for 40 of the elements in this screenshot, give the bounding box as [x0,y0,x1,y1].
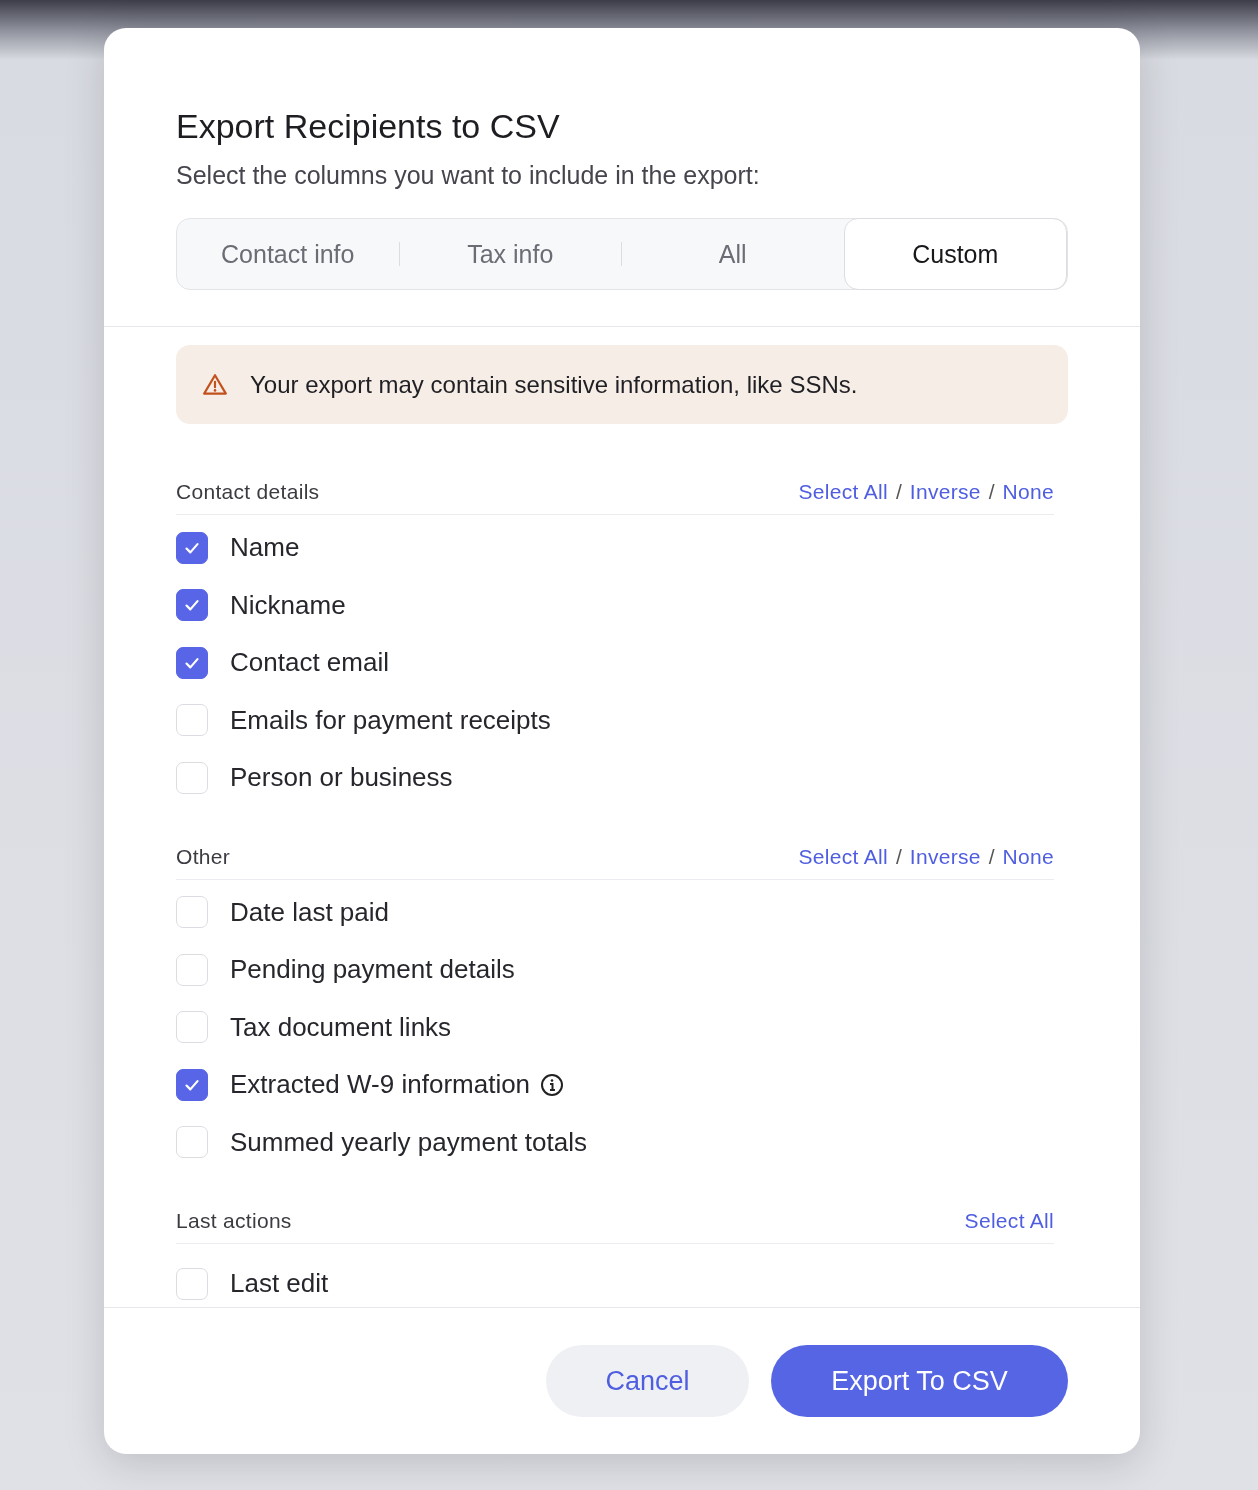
column-label: Date last paid [230,896,389,928]
preset-tab[interactable]: All [622,219,844,289]
export-button[interactable]: Export To CSV [771,1345,1068,1417]
preset-tab[interactable]: Contact info [177,219,399,289]
info-icon[interactable] [540,1072,565,1097]
column-label: Tax document links [230,1011,452,1043]
section-title: Other [176,844,231,869]
column-label: Nickname [230,589,346,621]
column-label: Contact email [230,647,389,679]
selection-link[interactable]: None [1002,844,1054,869]
cancel-button[interactable]: Cancel [546,1345,749,1417]
section-title: Last actions [176,1209,292,1233]
selection-link[interactable]: Select All [798,844,888,869]
preset-tab[interactable]: Tax info [399,219,621,289]
checkbox[interactable] [176,646,208,679]
checkbox[interactable] [176,531,208,564]
column-label: Pending payment details [230,954,515,986]
selection-link[interactable]: Inverse [909,844,981,869]
checkbox[interactable] [176,1068,208,1101]
column-label: Summed yearly payment totals [230,1126,587,1158]
selection-link[interactable]: Select All [798,480,888,504]
selection-link[interactable]: Inverse [909,480,981,504]
checkbox[interactable] [176,589,208,622]
warning-text: Your export may contain sensitive information, like SSNs. [250,370,858,399]
column-label: Last edit [230,1268,329,1299]
preset-tab[interactable]: Custom [843,218,1067,290]
link-separator: / [988,844,995,869]
column-label: Emails for payment receipts [230,704,551,736]
column-label: Extracted W-9 information [230,1069,531,1101]
dialog-title: Export Recipients to CSV [176,106,561,147]
dialog-subtitle: Select the columns you want to include in the export: [176,160,761,191]
column-label: Name [230,532,300,564]
selection-link[interactable]: Select All [964,1209,1054,1233]
link-separator: / [895,844,902,869]
column-label: Person or business [230,762,453,794]
warning-icon [202,371,228,398]
link-separator: / [988,480,995,504]
section-title: Contact details [176,480,320,504]
link-separator: / [895,480,902,504]
selection-link[interactable]: None [1002,480,1054,504]
